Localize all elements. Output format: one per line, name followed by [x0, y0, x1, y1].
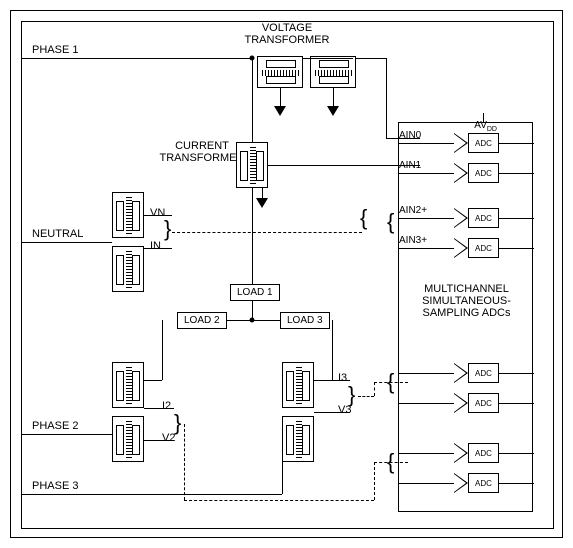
- wire: [333, 88, 334, 106]
- p2-ct: [112, 362, 144, 408]
- adc-i2: ADC: [454, 443, 499, 463]
- brace-icon: }: [164, 218, 171, 240]
- phase2-label: PHASE 2: [32, 420, 78, 432]
- p3-ct: [282, 362, 314, 408]
- i3-label: I3: [338, 372, 347, 384]
- phase3-label: PHASE 3: [32, 480, 78, 492]
- wire: [303, 58, 353, 59]
- neutral-vt: [112, 192, 144, 238]
- dashed-wire: [374, 382, 375, 396]
- wire: [332, 320, 333, 380]
- wire: [483, 113, 484, 123]
- load1-box: LOAD 1: [230, 284, 280, 301]
- wire: [144, 440, 174, 441]
- brace-icon: {: [360, 207, 367, 229]
- neutral-ct: [112, 246, 144, 292]
- wire: [386, 58, 387, 138]
- phase1-label: PHASE 1: [32, 44, 78, 56]
- phase3-wire: [22, 494, 282, 495]
- vn-label: VN: [150, 207, 165, 219]
- wire: [262, 188, 263, 198]
- avdd-label: AVDD: [474, 120, 497, 133]
- wire: [314, 380, 350, 381]
- voltage-transformer-secondary: [310, 56, 356, 88]
- wire: [356, 58, 386, 59]
- dashed-wire: [184, 500, 374, 501]
- ground-icon: [274, 106, 286, 116]
- wire: [280, 88, 281, 106]
- adc-title: MULTICHANNEL SIMULTANEOUS- SAMPLING ADCs: [409, 283, 524, 319]
- phase2-wire: [22, 434, 112, 435]
- brace-icon: {: [387, 211, 394, 233]
- load2-box: LOAD 2: [177, 312, 227, 329]
- brace-icon: }: [174, 412, 181, 434]
- p3-vt: [282, 416, 314, 462]
- ground-icon: [256, 198, 268, 208]
- neutral-wire: [22, 242, 112, 243]
- dashed-wire: [172, 232, 362, 233]
- wire: [144, 408, 174, 409]
- adc-box: AVDD ADC AIN0 ADC AIN1 ADC AIN2+: [398, 122, 533, 512]
- in-label: IN: [150, 240, 161, 252]
- adc-ain2: ADC AIN2+: [454, 208, 499, 228]
- dashed-wire: [184, 424, 185, 500]
- wire: [144, 380, 162, 381]
- adc-i3: ADC: [454, 363, 499, 383]
- adc-v2: ADC: [454, 473, 499, 493]
- wire: [314, 412, 350, 413]
- p2-vt: [112, 416, 144, 462]
- dashed-wire: [374, 462, 408, 463]
- adc-v3: ADC: [454, 393, 499, 413]
- adc-ain0: ADC AIN0: [454, 133, 499, 153]
- ground-icon: [327, 106, 339, 116]
- dashed-wire: [358, 396, 374, 397]
- voltage-transformer-primary: [257, 56, 303, 88]
- wire: [144, 248, 172, 249]
- load3-box: LOAD 3: [280, 312, 330, 329]
- brace-icon: }: [348, 384, 355, 406]
- current-transformer-label: CURRENT TRANSFORMER: [157, 140, 247, 164]
- phase1-wire: [22, 58, 252, 59]
- voltage-transformer-label: VOLTAGE TRANSFORMER: [232, 22, 342, 46]
- neutral-label: NEUTRAL: [32, 228, 83, 240]
- wire: [162, 320, 163, 380]
- dashed-wire: [374, 462, 375, 500]
- adc-ain1: ADC AIN1: [454, 163, 499, 183]
- i2-label: I2: [162, 400, 171, 412]
- adc-ain3: ADC AIN3+: [454, 238, 499, 258]
- current-transformer: [236, 142, 268, 188]
- dashed-wire: [374, 382, 408, 383]
